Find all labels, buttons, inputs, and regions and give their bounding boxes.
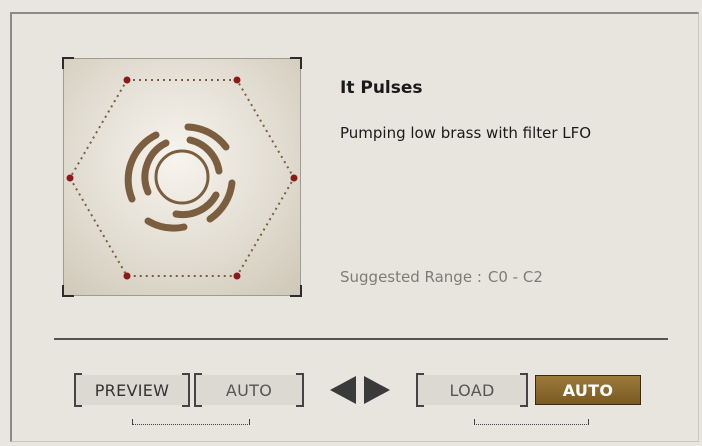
suggested-range-value: C0 - C2	[487, 268, 543, 286]
load-group-bracket	[474, 419, 589, 425]
load-auto-button[interactable]: AUTO	[535, 375, 641, 405]
arrow-left-icon[interactable]	[330, 376, 356, 404]
suggested-range-label: Suggested Range :	[340, 268, 482, 286]
preset-nav-arrows	[328, 374, 392, 406]
preset-artwork	[62, 57, 302, 297]
pulse-rings-icon	[66, 76, 298, 280]
preset-description: Pumping low brass with filter LFO	[340, 124, 592, 142]
preview-button[interactable]: PREVIEW	[74, 373, 190, 407]
arrow-right-icon[interactable]	[364, 376, 390, 404]
preview-group-bracket	[132, 419, 250, 425]
load-button[interactable]: LOAD	[416, 373, 528, 407]
suggested-range: Suggested Range : C0 - C2	[340, 268, 549, 286]
divider	[54, 338, 668, 340]
preview-auto-button[interactable]: AUTO	[194, 373, 304, 407]
preset-title: It Pulses	[340, 78, 423, 98]
